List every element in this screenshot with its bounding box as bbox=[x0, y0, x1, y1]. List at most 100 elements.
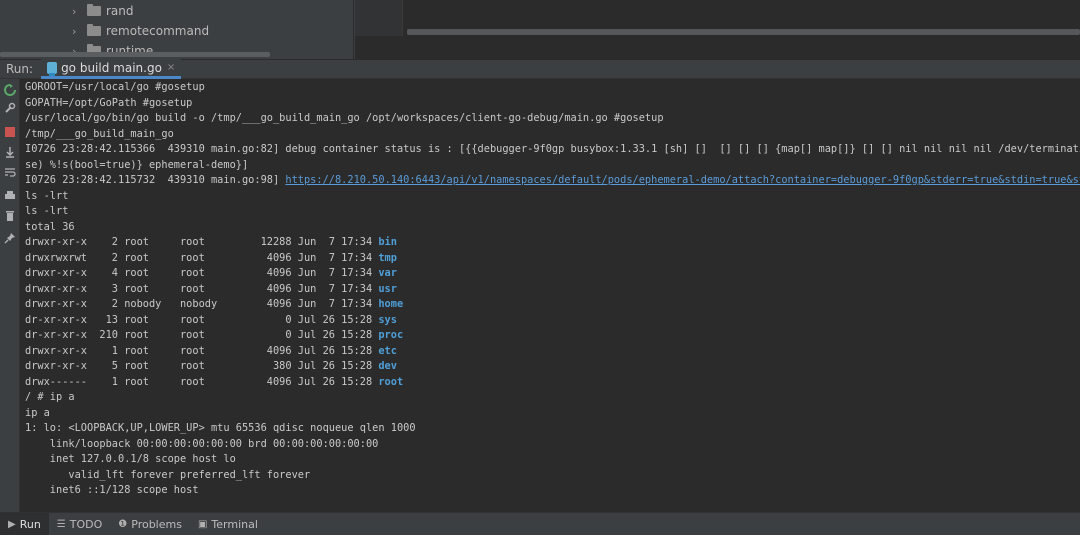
scroll-down-icon[interactable] bbox=[3, 145, 17, 159]
bottom-tab-problems[interactable]: ❶ Problems bbox=[110, 513, 190, 535]
console-line: valid_lft forever preferred_lft forever bbox=[25, 468, 1080, 484]
console-line: dr-xr-xr-x 13 root root 0 Jul 26 15:28 s… bbox=[25, 313, 1080, 329]
console-text: GOPATH=/opt/GoPath #gosetup bbox=[25, 96, 193, 109]
go-file-icon bbox=[47, 61, 58, 76]
console-line: 1: lo: <LOOPBACK,UP,LOWER_UP> mtu 65536 … bbox=[25, 421, 1080, 437]
folder-icon bbox=[87, 4, 101, 16]
bottom-tab-label: Problems bbox=[131, 517, 182, 531]
console-text: drwxr-xr-x 1 root root 4096 Jul 26 15:28 bbox=[25, 344, 379, 357]
directory-name: tmp bbox=[378, 251, 397, 264]
wrench-icon[interactable] bbox=[3, 101, 17, 115]
console-text: drwxrwxrwt 2 root root 4096 Jun 7 17:34 bbox=[25, 251, 379, 264]
bottom-tab-run[interactable]: ▶ Run bbox=[0, 512, 49, 535]
directory-name: var bbox=[378, 267, 397, 279]
project-tree[interactable]: › rand › remotecommand › runtime bbox=[0, 0, 354, 59]
console-line: drwxr-xr-x 3 root root 4096 Jun 7 17:34 … bbox=[25, 282, 1080, 298]
console-text: /usr/local/go/bin/go build -o /tmp/___go… bbox=[25, 112, 664, 124]
console-text: inet 127.0.0.1/8 scope host lo bbox=[25, 453, 236, 465]
console-text: / # ip a bbox=[25, 391, 75, 403]
console-line: ls -lrt bbox=[25, 189, 1080, 205]
console-line: inet 127.0.0.1/8 scope host lo bbox=[25, 452, 1080, 468]
pin-icon[interactable] bbox=[3, 231, 17, 245]
console-text: drwxr-xr-x 4 root root 4096 Jun 7 17:34 bbox=[25, 267, 379, 279]
chevron-right-icon[interactable]: › bbox=[72, 25, 84, 38]
console-output[interactable]: GOROOT=/usr/local/go #gosetup GOPATH=/opt… bbox=[20, 79, 1080, 512]
directory-name: usr bbox=[378, 282, 397, 295]
console-text: ip a bbox=[25, 406, 50, 419]
soft-wrap-icon[interactable] bbox=[3, 165, 17, 179]
stop-icon[interactable] bbox=[3, 125, 17, 139]
rerun-icon[interactable] bbox=[3, 83, 17, 97]
console-text: /tmp/___go_build_main_go bbox=[25, 127, 174, 140]
terminal-icon: ▣ bbox=[197, 518, 208, 530]
directory-name: home bbox=[378, 298, 404, 310]
run-tool-window-header: Run: go build main.go × bbox=[0, 59, 1080, 79]
run-label: Run: bbox=[6, 62, 34, 76]
console-line: drwxr-xr-x 4 root root 4096 Jun 7 17:34 … bbox=[25, 266, 1080, 282]
console-text: link/loopback 00:00:00:00:00:00 brd 00:0… bbox=[25, 437, 379, 450]
run-tab-label: go build main.go bbox=[61, 60, 162, 75]
console-link[interactable]: https://8.210.50.140:6443/api/v1/namespa… bbox=[285, 174, 1080, 186]
console-text: drwxr-xr-x 3 root root 4096 Jun 7 17:34 bbox=[25, 282, 379, 295]
run-config-tab[interactable]: go build main.go × bbox=[41, 59, 182, 79]
tree-item-remotecommand[interactable]: › remotecommand bbox=[72, 21, 209, 41]
problems-icon: ❶ bbox=[118, 518, 128, 530]
console-text: drwxr-xr-x 2 nobody nobody 4096 Jun 7 17… bbox=[25, 298, 379, 310]
console-text: inet6 ::1/128 scope host bbox=[25, 484, 199, 496]
console-text: GOROOT=/usr/local/go #gosetup bbox=[25, 81, 205, 93]
bottom-tab-todo[interactable]: ☰ TODO bbox=[49, 513, 110, 535]
bottom-tab-terminal[interactable]: ▣ Terminal bbox=[190, 513, 266, 535]
console-text: dr-xr-xr-x 210 root root 0 Jul 26 15:28 bbox=[25, 329, 379, 341]
bottom-tab-label: Terminal bbox=[211, 517, 258, 531]
console-text: 1: lo: <LOOPBACK,UP,LOWER_UP> mtu 65536 … bbox=[25, 422, 416, 434]
console-line: ls -lrt bbox=[25, 204, 1080, 220]
console-text: I0726 23:28:42.115732 439310 main.go:98] bbox=[25, 174, 286, 186]
directory-name: root bbox=[378, 375, 404, 388]
bottom-tab-label: TODO bbox=[69, 517, 103, 531]
console-line: drwxr-xr-x 2 root root 12288 Jun 7 17:34… bbox=[25, 235, 1080, 251]
console-line: /tmp/___go_build_main_go bbox=[25, 127, 1080, 143]
console-text: valid_lft forever preferred_lft forever bbox=[25, 468, 311, 481]
console-line: drwxr-xr-x 1 root root 4096 Jul 26 15:28… bbox=[25, 344, 1080, 360]
console-line: I0726 23:28:42.115732 439310 main.go:98]… bbox=[25, 173, 1080, 189]
tree-horizontal-scrollbar[interactable] bbox=[0, 52, 270, 57]
console-line: drwxr-xr-x 5 root root 380 Jul 26 15:28 … bbox=[25, 359, 1080, 375]
console-line: inet6 ::1/128 scope host bbox=[25, 483, 1080, 499]
top-area: › rand › remotecommand › runtime bbox=[0, 0, 1080, 59]
editor-horizontal-scrollbar[interactable] bbox=[407, 29, 1080, 35]
console-text: drwxr-xr-x 5 root root 380 Jul 26 15:28 bbox=[25, 360, 379, 372]
directory-name: bin bbox=[378, 236, 397, 248]
console-line: GOROOT=/usr/local/go #gosetup bbox=[25, 80, 1080, 96]
directory-name: proc bbox=[378, 329, 404, 341]
console-text: drwx------ 1 root root 4096 Jul 26 15:28 bbox=[25, 375, 379, 388]
tree-item-label: remotecommand bbox=[106, 24, 210, 38]
print-icon[interactable] bbox=[3, 189, 17, 203]
console-text: dr-xr-xr-x 13 root root 0 Jul 26 15:28 bbox=[25, 313, 379, 326]
console-line: / # ip a bbox=[25, 390, 1080, 406]
trash-icon[interactable] bbox=[3, 209, 17, 223]
console-line: drwxr-xr-x 2 nobody nobody 4096 Jun 7 17… bbox=[25, 297, 1080, 313]
console-text: I0726 23:28:42.115366 439310 main.go:82]… bbox=[25, 143, 1080, 155]
console-text: drwxr-xr-x 2 root root 12288 Jun 7 17:34 bbox=[25, 236, 379, 248]
console-text: total 36 bbox=[25, 220, 75, 233]
bottom-tab-label: Run bbox=[19, 517, 41, 531]
run-icon: ▶ bbox=[8, 518, 16, 530]
console-text: ls -lrt bbox=[25, 189, 69, 202]
tree-item-label: rand bbox=[106, 4, 134, 18]
console-line: ip a bbox=[25, 406, 1080, 422]
console-text: se) %!s(bool=true)} ephemeral-demo}] bbox=[25, 158, 249, 171]
run-side-toolbar bbox=[0, 79, 20, 512]
close-icon[interactable]: × bbox=[167, 62, 175, 73]
console-line: link/loopback 00:00:00:00:00:00 brd 00:0… bbox=[25, 437, 1080, 453]
editor-gutter bbox=[355, 0, 403, 36]
console-line: dr-xr-xr-x 210 root root 0 Jul 26 15:28 … bbox=[25, 328, 1080, 344]
directory-name: etc bbox=[378, 344, 397, 357]
tree-item-rand[interactable]: › rand bbox=[72, 1, 134, 21]
console-line: se) %!s(bool=true)} ephemeral-demo}] bbox=[25, 158, 1080, 174]
console-line: /usr/local/go/bin/go build -o /tmp/___go… bbox=[25, 111, 1080, 127]
console-line: drwxrwxrwt 2 root root 4096 Jun 7 17:34 … bbox=[25, 251, 1080, 267]
bottom-tool-tabs: ▶ Run ☰ TODO ❶ Problems ▣ Terminal bbox=[0, 512, 1080, 535]
directory-name: sys bbox=[378, 313, 397, 326]
console-line: I0726 23:28:42.115366 439310 main.go:82]… bbox=[25, 142, 1080, 158]
chevron-right-icon[interactable]: › bbox=[72, 5, 84, 18]
